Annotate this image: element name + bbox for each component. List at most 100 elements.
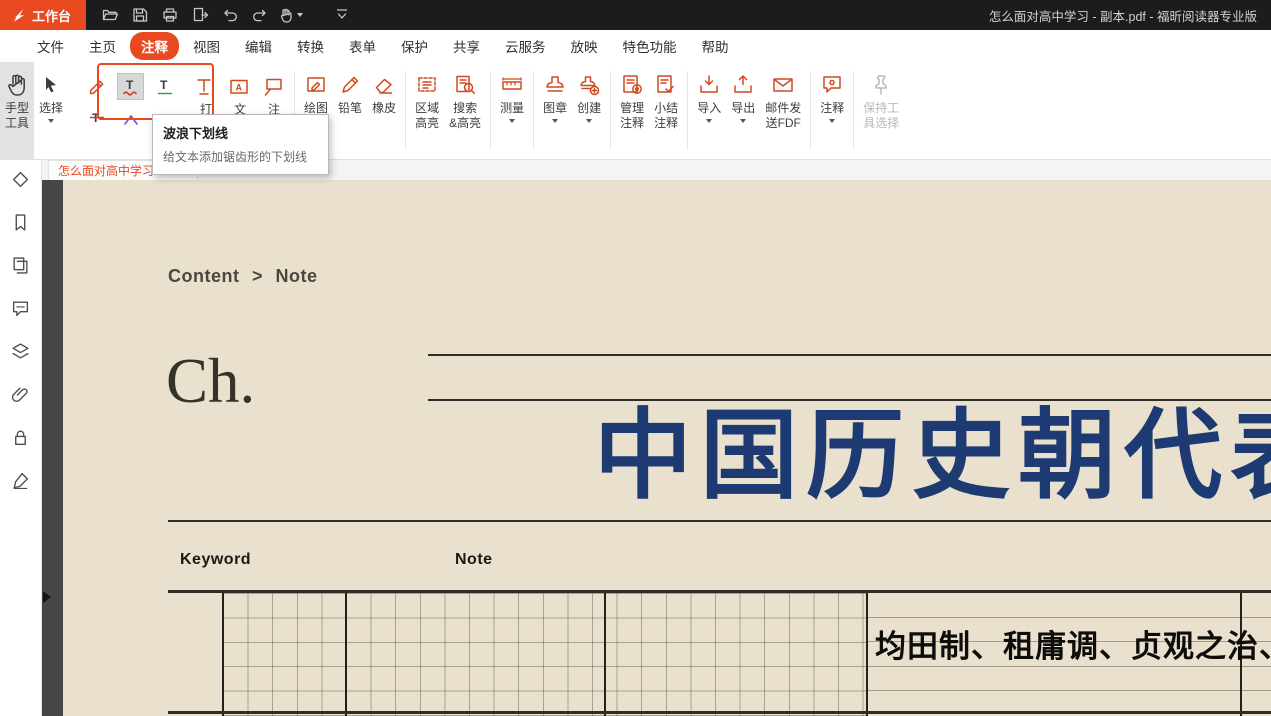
create-stamp-button[interactable]: 创建 bbox=[572, 62, 606, 159]
menu-form[interactable]: 表单 bbox=[338, 32, 387, 60]
search-highlight-button[interactable]: 搜索 &高亮 bbox=[444, 62, 486, 159]
print-button[interactable] bbox=[156, 2, 183, 28]
insert-text-tool-button[interactable] bbox=[118, 105, 143, 130]
menu-present[interactable]: 放映 bbox=[560, 32, 609, 60]
ribbon-separator bbox=[810, 71, 811, 150]
table-grid-squares bbox=[223, 593, 867, 716]
eraser-tool-button[interactable]: 橡皮 bbox=[367, 62, 401, 159]
document-area[interactable]: Content > Note Ch. 中国历史朝代表 Keyword Note … bbox=[42, 180, 1271, 716]
highlight-tool-button[interactable] bbox=[84, 74, 109, 99]
menu-cloud[interactable]: 云服务 bbox=[494, 32, 557, 60]
select-tool-button[interactable]: 选择 bbox=[34, 62, 68, 159]
comment-panel-button[interactable]: 注释 bbox=[815, 62, 849, 159]
open-file-button[interactable] bbox=[96, 2, 123, 28]
sidebar-bookmarks-button[interactable] bbox=[6, 207, 36, 237]
sidebar-attachments-button[interactable] bbox=[6, 379, 36, 409]
pencil-label: 铅笔 bbox=[338, 101, 362, 116]
grid-line bbox=[868, 617, 1271, 618]
save-icon bbox=[131, 6, 149, 24]
measure-label: 测量 bbox=[500, 101, 524, 116]
chevron-down-icon bbox=[334, 7, 350, 23]
insert-caret-icon bbox=[120, 107, 142, 129]
search-highlight-label: 搜索 bbox=[453, 101, 477, 116]
area-highlight-button[interactable]: 区域 高亮 bbox=[410, 62, 444, 159]
menu-comment[interactable]: 注释 bbox=[130, 32, 179, 60]
document-main-title: 中国历史朝代表 bbox=[594, 408, 1271, 506]
grid-line bbox=[868, 690, 1271, 691]
manage-comments-button[interactable]: 管理 注释 bbox=[615, 62, 649, 159]
strikeout-tool-button[interactable]: T bbox=[84, 105, 109, 130]
expand-arrow-icon bbox=[43, 591, 51, 603]
menu-edit[interactable]: 编辑 bbox=[234, 32, 283, 60]
summarize-comments-button[interactable]: 小结 注释 bbox=[649, 62, 683, 159]
area-highlight-icon bbox=[415, 73, 439, 97]
dropdown-caret-icon bbox=[552, 119, 558, 123]
menu-help[interactable]: 帮助 bbox=[691, 32, 740, 60]
manage-comments-label: 管理 bbox=[620, 101, 644, 116]
import-comments-button[interactable]: 导入 bbox=[692, 62, 726, 159]
stamp-tool-button[interactable]: 图章 bbox=[538, 62, 572, 159]
underline-icon: T bbox=[154, 76, 176, 98]
workspace-button[interactable]: 工作台 bbox=[0, 0, 86, 30]
drawing-icon bbox=[304, 73, 328, 97]
navigation-sidebar bbox=[0, 160, 42, 716]
export-comments-button[interactable]: 导出 bbox=[726, 62, 760, 159]
pdf-page[interactable]: Content > Note Ch. 中国历史朝代表 Keyword Note … bbox=[63, 180, 1271, 716]
strikeout-icon: T bbox=[86, 107, 108, 129]
panel-expand-handle[interactable] bbox=[43, 587, 55, 607]
menu-home[interactable]: 主页 bbox=[78, 32, 127, 60]
comment-bubble-icon bbox=[820, 73, 844, 97]
ribbon-separator bbox=[853, 71, 854, 150]
summarize-comments-label2: 注释 bbox=[654, 116, 678, 131]
keep-tool-label: 保持工 bbox=[863, 101, 899, 116]
measure-tool-button[interactable]: 测量 bbox=[495, 62, 529, 159]
ruler-icon bbox=[500, 73, 524, 97]
ribbon-separator bbox=[687, 71, 688, 150]
create-stamp-icon bbox=[577, 73, 601, 97]
manage-comments-label2: 注释 bbox=[620, 116, 644, 131]
table-column-line bbox=[604, 593, 606, 716]
hand-tool-button[interactable]: 手型 工具 bbox=[0, 62, 34, 159]
menu-features[interactable]: 特色功能 bbox=[612, 32, 688, 60]
export-icon bbox=[731, 73, 755, 97]
sidebar-security-button[interactable] bbox=[6, 422, 36, 452]
hand-tool-label: 手型 bbox=[5, 101, 29, 116]
squiggly-underline-tool-button[interactable]: T bbox=[118, 74, 143, 99]
underline-tool-button[interactable]: T bbox=[152, 74, 177, 99]
menu-view[interactable]: 视图 bbox=[182, 32, 231, 60]
keep-tool-label2: 具选择 bbox=[863, 116, 899, 131]
undo-button[interactable] bbox=[216, 2, 243, 28]
menu-protect[interactable]: 保护 bbox=[390, 32, 439, 60]
sidebar-signature-button[interactable] bbox=[6, 465, 36, 495]
redo-button[interactable] bbox=[246, 2, 273, 28]
sidebar-comments-button[interactable] bbox=[6, 293, 36, 323]
pages-icon bbox=[11, 256, 30, 275]
chapter-label-text: Ch. bbox=[166, 350, 255, 413]
tooltip-description: 给文本添加锯齿形的下划线 bbox=[163, 148, 318, 165]
page-breadcrumb-text: Content > Note bbox=[168, 266, 318, 287]
email-fdf-button[interactable]: 邮件发 送FDF bbox=[760, 62, 806, 159]
customize-toolbar-button[interactable] bbox=[328, 2, 355, 28]
sidebar-eraser-button[interactable] bbox=[6, 164, 36, 194]
save-button[interactable] bbox=[126, 2, 153, 28]
search-highlight-icon bbox=[453, 73, 477, 97]
titlebar: 工作台 怎么面对高中学习 - 副本.pdf - 福昕阅读器专业版 bbox=[0, 0, 1271, 30]
sidebar-layers-button[interactable] bbox=[6, 336, 36, 366]
menu-file[interactable]: 文件 bbox=[26, 32, 75, 60]
dropdown-caret-icon bbox=[706, 119, 712, 123]
table-border-line bbox=[168, 711, 1271, 714]
area-highlight-label: 区域 bbox=[415, 101, 439, 116]
menu-convert[interactable]: 转换 bbox=[286, 32, 335, 60]
ribbon-separator bbox=[405, 71, 406, 150]
comment-icon bbox=[11, 299, 30, 318]
application-window: 工作台 怎么面对高中学习 - 副本.pdf - 福昕阅读器专业版 文件 主页 注… bbox=[0, 0, 1271, 716]
pencil-tool-button[interactable]: 铅笔 bbox=[333, 62, 367, 159]
dropdown-caret-icon bbox=[586, 119, 592, 123]
layers-icon bbox=[11, 342, 30, 361]
foxit-logo-icon bbox=[10, 7, 26, 23]
sidebar-pages-button[interactable] bbox=[6, 250, 36, 280]
menu-share[interactable]: 共享 bbox=[442, 32, 491, 60]
quick-export-button[interactable] bbox=[186, 2, 213, 28]
hand-tool-quick-button[interactable] bbox=[276, 2, 303, 28]
svg-text:T: T bbox=[126, 78, 134, 92]
